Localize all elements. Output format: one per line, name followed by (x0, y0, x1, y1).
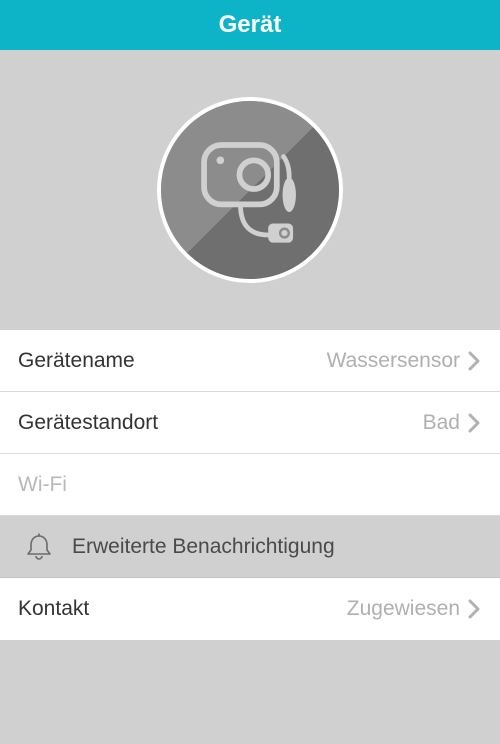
chevron-right-icon (466, 599, 482, 619)
bell-icon (22, 530, 56, 564)
wifi-row: Wi-Fi (0, 454, 500, 516)
advanced-notification-label: Erweiterte Benachrichtigung (72, 535, 335, 559)
contact-row[interactable]: Kontakt Zugewiesen (0, 578, 500, 640)
device-location-row[interactable]: Gerätestandort Bad (0, 392, 500, 454)
device-image-area (0, 50, 500, 330)
chevron-right-icon (466, 351, 482, 371)
contact-label: Kontakt (18, 597, 89, 621)
device-name-label: Gerätename (18, 349, 135, 373)
device-location-label: Gerätestandort (18, 411, 158, 435)
advanced-notification-row[interactable]: Erweiterte Benachrichtigung (0, 516, 500, 578)
contact-value: Zugewiesen (347, 597, 460, 621)
settings-list: Gerätename Wassersensor Gerätestandort B… (0, 330, 500, 640)
water-sensor-icon (161, 101, 339, 279)
device-name-value: Wassersensor (327, 349, 460, 373)
device-icon[interactable] (157, 97, 343, 283)
header: Gerät (0, 0, 500, 50)
page-title: Gerät (219, 11, 282, 39)
wifi-label: Wi-Fi (18, 473, 67, 497)
chevron-right-icon (466, 413, 482, 433)
device-name-row[interactable]: Gerätename Wassersensor (0, 330, 500, 392)
device-location-value: Bad (423, 411, 460, 435)
